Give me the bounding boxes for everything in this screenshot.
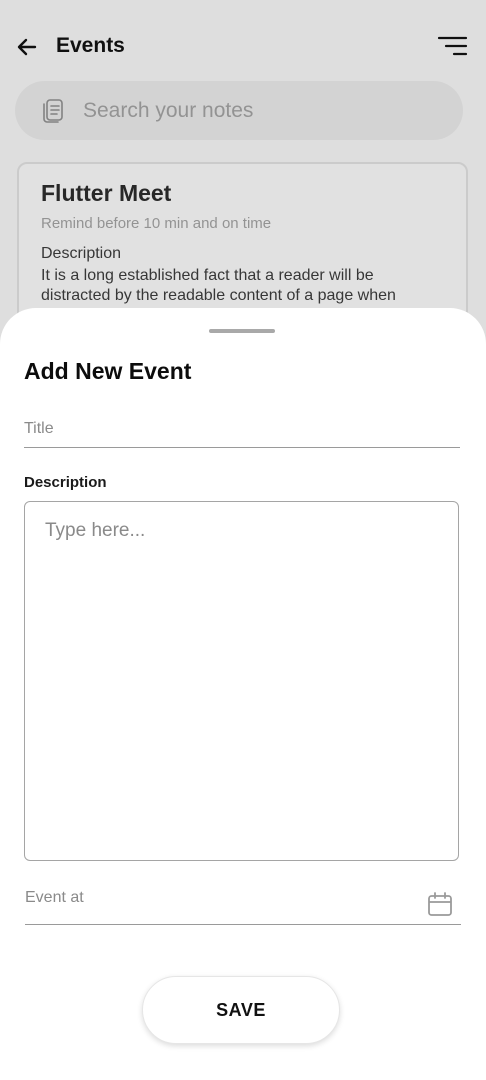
description-label: Description [24, 474, 107, 491]
sheet-drag-handle[interactable] [209, 329, 275, 333]
description-textarea[interactable] [24, 501, 459, 861]
event-at-input[interactable] [25, 886, 405, 910]
title-field [24, 412, 460, 448]
add-event-sheet: Add New Event Description SAVE [0, 308, 486, 1080]
save-button[interactable]: SAVE [142, 976, 340, 1044]
calendar-icon [428, 892, 452, 916]
event-at-field [25, 884, 461, 925]
sheet-title: Add New Event [24, 358, 192, 384]
calendar-button[interactable] [426, 890, 454, 918]
title-input[interactable] [24, 412, 460, 446]
